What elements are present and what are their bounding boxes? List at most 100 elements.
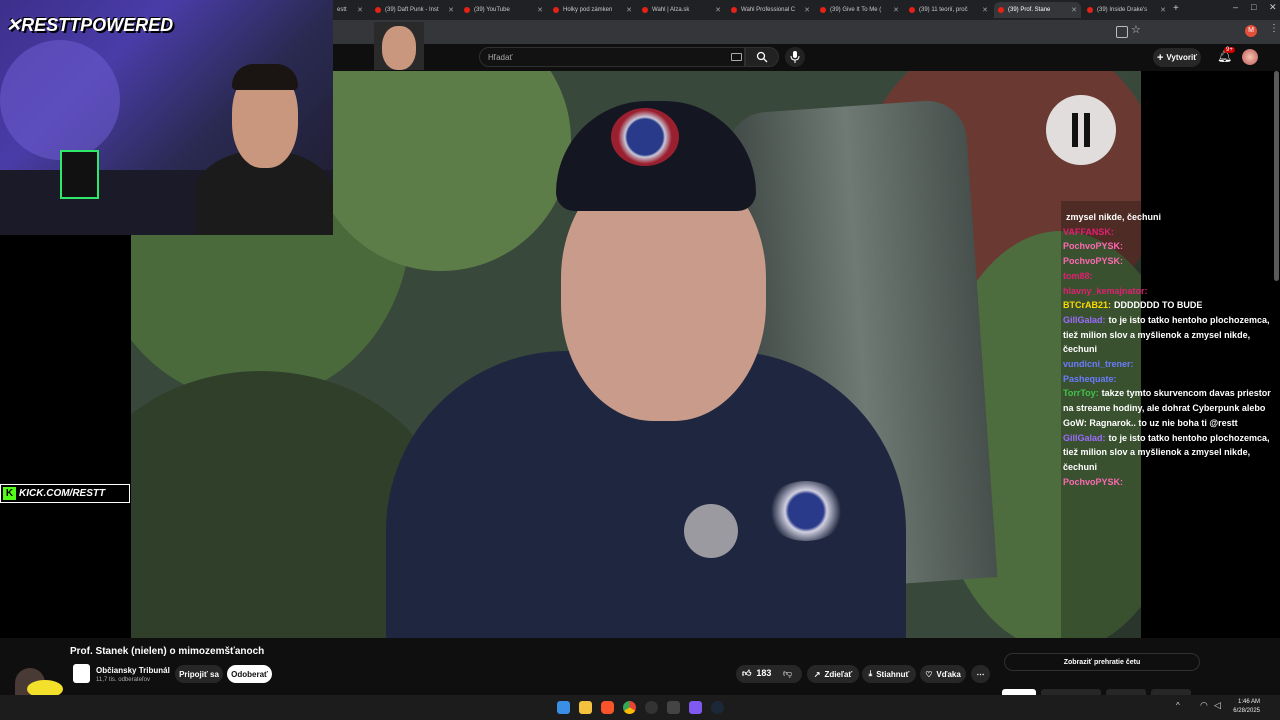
volume-icon[interactable]: ◁ bbox=[1214, 700, 1221, 711]
chrome-icon[interactable] bbox=[623, 701, 636, 714]
extensions-icon[interactable] bbox=[1116, 26, 1128, 38]
join-button[interactable]: Pripojiť sa bbox=[175, 665, 223, 683]
chat-username: VAFFANSK: bbox=[1063, 226, 1114, 237]
browser-profile-avatar[interactable]: M bbox=[1245, 25, 1257, 37]
search-icon bbox=[756, 51, 768, 63]
browser-tab[interactable]: Wahl | Alza.sk ✕ bbox=[638, 2, 725, 18]
chat-username: BTCrAB21: bbox=[1063, 300, 1112, 311]
chat-username: PochvoPYSK: bbox=[1063, 256, 1124, 267]
like-button[interactable]: 👍︎ 183 bbox=[742, 668, 771, 679]
terminal-icon[interactable] bbox=[667, 701, 680, 714]
kick-link-overlay: K KICK.COM/RESTT bbox=[0, 484, 130, 503]
tab-favicon-icon bbox=[1087, 7, 1093, 13]
thanks-heart-icon: ♡ bbox=[925, 669, 933, 679]
share-button[interactable]: ↗ Zdieľať bbox=[807, 665, 859, 683]
tab-close-icon[interactable]: ✕ bbox=[982, 6, 988, 14]
browser-tab[interactable]: (39) YouTube ✕ bbox=[460, 2, 547, 18]
browser-tab[interactable]: Holky pod zámken ✕ bbox=[549, 2, 636, 18]
browser-tab[interactable]: (39) Inside Drake's ✕ bbox=[1083, 2, 1170, 18]
chat-message: TorrToy: takze tymto skurvencom davas pri… bbox=[1063, 386, 1278, 430]
chat-username: vundicni_trener: bbox=[1063, 359, 1134, 370]
tab-close-icon[interactable]: ✕ bbox=[1071, 6, 1077, 14]
show-chat-replay-button[interactable]: Zobraziť prehratie četu bbox=[1004, 653, 1200, 671]
maximize-button[interactable]: □ bbox=[1251, 2, 1256, 12]
brave-browser-icon[interactable] bbox=[601, 701, 614, 714]
tab-close-icon[interactable]: ✕ bbox=[448, 6, 454, 14]
share-label: Zdieľať bbox=[824, 669, 853, 679]
tab-label: (39) Inside Drake's bbox=[1097, 7, 1148, 13]
browser-menu-icon[interactable]: ⋮ bbox=[1269, 23, 1279, 34]
account-avatar[interactable] bbox=[1242, 49, 1258, 65]
create-button[interactable]: + Vytvoriť bbox=[1153, 48, 1201, 67]
pause-button[interactable] bbox=[1046, 95, 1116, 165]
browser-tab[interactable]: (39) Prof. Stane ✕ bbox=[994, 2, 1081, 18]
chat-message: zmysel nikde, čechuni bbox=[1063, 210, 1278, 225]
chat-overlay: zmysel nikde, čechuni VAFFANSK: PochvoPYSK… bbox=[1063, 210, 1278, 489]
channel-name[interactable]: Občiansky Tribunál bbox=[96, 666, 170, 675]
tab-favicon-icon bbox=[553, 7, 559, 13]
bookmark-star-icon[interactable]: ☆ bbox=[1131, 23, 1141, 36]
channel-avatar[interactable] bbox=[73, 664, 90, 683]
voice-search-button[interactable] bbox=[785, 47, 805, 67]
subscribe-button[interactable]: Odoberať bbox=[227, 665, 272, 683]
thanks-button[interactable]: ♡ Vďaka bbox=[920, 665, 966, 683]
notification-count-badge: 9+ bbox=[1224, 47, 1235, 53]
wifi-icon[interactable]: ◠ bbox=[1200, 700, 1208, 711]
tab-favicon-icon bbox=[731, 7, 737, 13]
microphone-icon bbox=[790, 51, 800, 63]
dislike-button[interactable]: 👎︎ bbox=[783, 668, 792, 679]
tab-close-icon[interactable]: ✕ bbox=[893, 6, 899, 14]
browser-tab[interactable]: (39) Daft Punk - Inst ✕ bbox=[371, 2, 458, 18]
tab-close-icon[interactable]: ✕ bbox=[804, 6, 810, 14]
download-icon: ⤓ bbox=[868, 669, 873, 678]
lapel-microphone bbox=[684, 504, 738, 558]
download-button[interactable]: ⤓ Stiahnuť bbox=[862, 665, 916, 683]
browser-tab[interactable]: (39) 11 teorií, proč ✕ bbox=[905, 2, 992, 18]
app-icon-4[interactable] bbox=[645, 701, 658, 714]
chat-message: PochvoPYSK: bbox=[1063, 239, 1278, 254]
clock-time: 1:46 AM bbox=[1237, 699, 1260, 705]
browser-tab[interactable]: estt ✕ bbox=[333, 2, 367, 18]
file-explorer-icon[interactable] bbox=[579, 701, 592, 714]
tab-favicon-icon bbox=[642, 7, 648, 13]
download-label: Stiahnuť bbox=[876, 669, 910, 679]
browser-tab[interactable]: (39) Give It To Me (✕ bbox=[816, 2, 903, 18]
obs-icon[interactable] bbox=[689, 701, 702, 714]
chat-username: TorrToy: bbox=[1063, 388, 1099, 399]
subscriber-count: 11,7 tis. odberateľov bbox=[96, 677, 151, 683]
browser-toolbar: ☆ M ⋮ bbox=[333, 20, 1280, 44]
minimize-button[interactable]: – bbox=[1233, 2, 1238, 12]
start-icon[interactable] bbox=[557, 701, 570, 714]
chat-username: GillGalad: bbox=[1063, 432, 1106, 443]
chat-message: PochvoPYSK: bbox=[1063, 254, 1278, 269]
tab-close-icon[interactable]: ✕ bbox=[1160, 6, 1166, 14]
system-clock[interactable]: 1:46 AM 6/28/2025 bbox=[1224, 698, 1260, 716]
keyboard-icon[interactable] bbox=[731, 53, 742, 61]
chat-message: GillGalad: to je isto tatko hentoho ploch… bbox=[1063, 431, 1278, 475]
chat-text: zmysel nikde, čechuni bbox=[1066, 212, 1162, 222]
pause-icon bbox=[1072, 113, 1078, 147]
tab-favicon-icon bbox=[464, 7, 470, 13]
steam-icon[interactable] bbox=[711, 701, 724, 714]
left-panel bbox=[0, 235, 131, 638]
kick-logo-icon: K bbox=[3, 487, 16, 500]
x-logo-icon: ✕ bbox=[6, 15, 22, 35]
chat-message: tom88: bbox=[1063, 269, 1278, 284]
tab-label: (39) YouTube bbox=[474, 7, 510, 13]
new-tab-button[interactable]: + bbox=[1173, 3, 1179, 14]
tab-label: Wahl | Alza.sk bbox=[652, 7, 690, 13]
browser-tab-bar: estt ✕ (39) Daft Punk - Inst ✕ (39) YouTube ✕… bbox=[333, 0, 1280, 20]
tray-chevron-icon[interactable]: ^ bbox=[1176, 701, 1180, 710]
browser-tab[interactable]: Wahl Professional C ✕ bbox=[727, 2, 814, 18]
tab-label: (39) 11 teorií, proč bbox=[919, 7, 968, 13]
close-window-button[interactable]: ✕ bbox=[1269, 2, 1277, 13]
more-actions-button[interactable]: ⋯ bbox=[971, 665, 990, 683]
tab-close-icon[interactable]: ✕ bbox=[357, 6, 363, 14]
search-input[interactable]: Hľadať bbox=[479, 47, 745, 67]
tab-label: Wahl Professional C bbox=[741, 7, 796, 13]
thumbs-down-icon: 👎︎ bbox=[783, 668, 793, 678]
tab-close-icon[interactable]: ✕ bbox=[537, 6, 543, 14]
tab-close-icon[interactable]: ✕ bbox=[715, 6, 721, 14]
search-button[interactable] bbox=[745, 47, 779, 67]
tab-close-icon[interactable]: ✕ bbox=[626, 6, 632, 14]
